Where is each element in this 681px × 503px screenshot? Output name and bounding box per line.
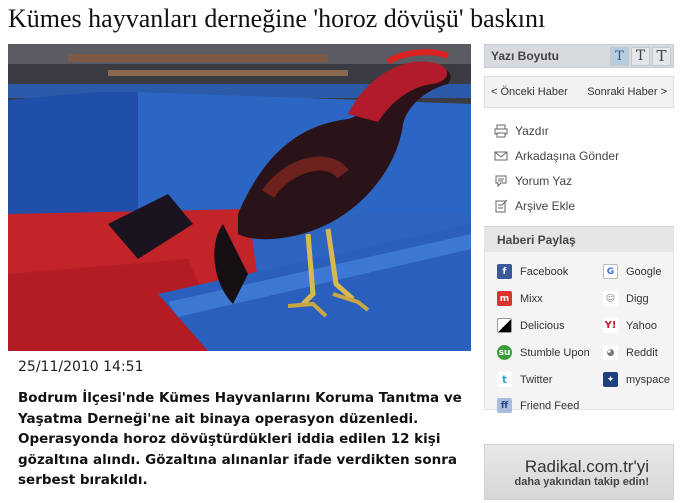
delicious-icon [497, 318, 512, 333]
promo-subtitle: daha yakından takip edin! [514, 476, 649, 488]
share-google[interactable]: G Google [603, 264, 661, 279]
share-friendfeed-label: Friend Feed [520, 399, 580, 412]
add-to-archive-label: Arşive Ekle [515, 198, 576, 213]
share-facebook-label: Facebook [520, 265, 569, 278]
share-mixx-label: Mixx [520, 292, 543, 305]
share-stumbleupon-label: Stumble Upon [520, 346, 590, 359]
sidebar: Yazı Boyutu T T T < Önceki Haber Sonraki… [484, 44, 674, 413]
add-to-archive-action[interactable]: Arşive Ekle [494, 193, 674, 218]
print-action-label: Yazdır [515, 123, 549, 138]
share-twitter-label: Twitter [520, 373, 553, 386]
share-reddit-label: Reddit [626, 346, 658, 359]
share-delicious-label: Delicious [520, 319, 565, 332]
share-digg-label: Digg [626, 292, 649, 305]
font-size-bar: Yazı Boyutu T T T [484, 44, 674, 68]
send-to-friend-label: Arkadaşına Gönder [515, 148, 620, 163]
follow-promo-banner[interactable]: Radikal.com.tr'yi daha yakından takip ed… [484, 444, 674, 500]
reddit-icon: ◕ [603, 345, 618, 360]
google-icon: G [603, 264, 618, 279]
write-comment-action[interactable]: Yorum Yaz [494, 168, 674, 193]
previous-article-link[interactable]: < Önceki Haber [491, 86, 568, 98]
comment-icon [494, 174, 508, 188]
font-size-large-button[interactable]: T [652, 46, 671, 66]
myspace-icon: ✦ [603, 372, 618, 387]
share-twitter[interactable]: t Twitter [497, 372, 552, 387]
font-size-small-button[interactable]: T [610, 46, 629, 66]
article-headline: Kümes hayvanları derneğine 'horoz dövüşü… [8, 4, 546, 33]
print-action[interactable]: Yazdır [494, 118, 674, 143]
envelope-icon [494, 149, 508, 163]
share-delicious[interactable]: Delicious [497, 318, 565, 333]
digg-icon: ☺ [603, 291, 618, 306]
next-article-link[interactable]: Sonraki Haber > [587, 86, 667, 98]
share-facebook[interactable]: f Facebook [497, 264, 568, 279]
article-summary: Bodrum İlçesi'nde Kümes Hayvanlarını Kor… [18, 390, 462, 488]
share-yahoo[interactable]: Y! Yahoo [603, 318, 657, 333]
share-stumbleupon[interactable]: su Stumble Upon [497, 345, 590, 360]
twitter-icon: t [497, 372, 512, 387]
font-size-medium-button[interactable]: T [631, 46, 650, 66]
share-google-label: Google [626, 265, 662, 278]
share-mixx[interactable]: m Mixx [497, 291, 543, 306]
archive-icon [494, 199, 508, 213]
share-digg[interactable]: ☺ Digg [603, 291, 649, 306]
share-reddit[interactable]: ◕ Reddit [603, 345, 658, 360]
mixx-icon: m [497, 291, 512, 306]
send-to-friend-action[interactable]: Arkadaşına Gönder [494, 143, 674, 168]
facebook-icon: f [497, 264, 512, 279]
write-comment-label: Yorum Yaz [515, 173, 573, 188]
printer-icon [494, 124, 508, 138]
promo-title: Radikal.com.tr'yi [524, 457, 649, 476]
stumbleupon-icon: su [497, 345, 512, 360]
share-friendfeed[interactable]: ff Friend Feed [497, 398, 579, 413]
share-myspace[interactable]: ✦ myspace [603, 372, 670, 387]
share-yahoo-label: Yahoo [626, 319, 657, 332]
article-photo [8, 44, 471, 351]
friendfeed-icon: ff [497, 398, 512, 413]
share-heading: Haberi Paylaş [484, 226, 674, 252]
article-date: 25/11/2010 14:51 [18, 359, 144, 375]
yahoo-icon: Y! [603, 318, 618, 333]
share-myspace-label: myspace [626, 373, 671, 386]
font-size-label: Yazı Boyutu [491, 49, 560, 63]
article-nav: < Önceki Haber Sonraki Haber > [484, 76, 674, 108]
share-panel: f Facebook G Google m Mixx ☺ Digg Delici… [484, 252, 674, 413]
article-actions: Yazdır Arkadaşına Gönder Yorum Yaz Arşiv… [484, 108, 674, 218]
